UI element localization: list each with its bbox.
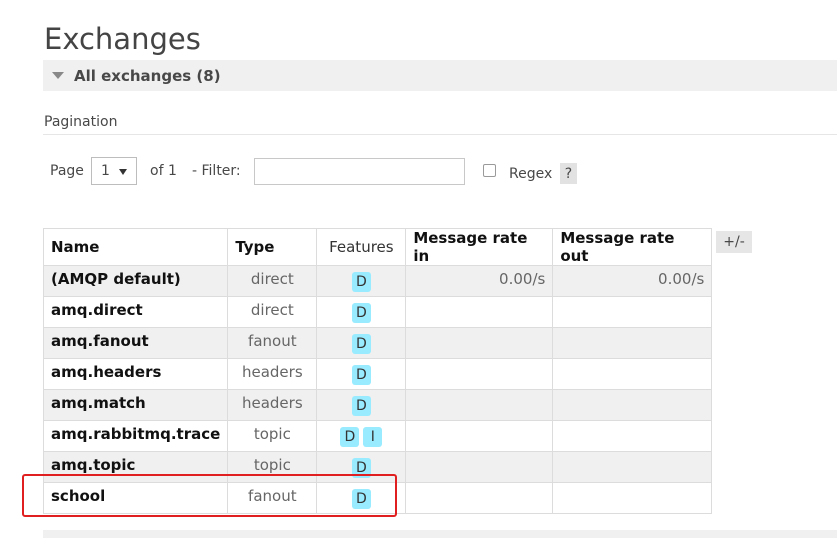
exchanges-table: Name Type Features Message rate in Messa… (42, 228, 713, 514)
collapse-triangle-icon (52, 72, 64, 79)
feature-badge: D (351, 396, 371, 416)
page-title: Exchanges (44, 22, 201, 56)
message-rate-in (405, 482, 554, 514)
exchange-features: D (316, 389, 407, 421)
message-rate-in (405, 451, 554, 483)
column-header-type[interactable]: Type (227, 228, 318, 266)
table-row: amq.direct direct D (42, 296, 713, 328)
page-label: Page (50, 163, 84, 179)
table-row: amq.fanout fanout D (42, 327, 713, 359)
feature-badge: D (351, 303, 371, 323)
table-row: amq.match headers D (42, 389, 713, 421)
exchange-features: D (316, 327, 407, 359)
exchange-features: DI (316, 420, 407, 452)
pagination-label: Pagination (44, 114, 118, 130)
section-header-label: All exchanges (8) (74, 66, 221, 85)
exchange-name-link[interactable]: amq.headers (42, 358, 229, 390)
exchange-name-link[interactable]: amq.fanout (42, 327, 229, 359)
feature-badge: I (363, 427, 383, 447)
message-rate-out (552, 296, 713, 328)
exchange-type: topic (227, 420, 318, 452)
page-select-value: 1 (101, 163, 110, 179)
regex-label: Regex (509, 166, 553, 182)
page-count-label: of 1 (150, 163, 177, 179)
feature-badge: D (351, 272, 371, 292)
exchange-type: direct (227, 265, 318, 297)
message-rate-out: 0.00/s (552, 265, 713, 297)
column-header-features: Features (316, 228, 407, 266)
exchange-type: fanout (227, 327, 318, 359)
column-header-rate-out: Message rate out (552, 228, 713, 266)
message-rate-out (552, 389, 713, 421)
exchange-type: headers (227, 358, 318, 390)
exchange-type: headers (227, 389, 318, 421)
all-exchanges-section-toggle[interactable]: All exchanges (8) (43, 60, 837, 91)
highlight-box (22, 474, 397, 517)
feature-badge: D (351, 334, 371, 354)
exchange-features: D (316, 296, 407, 328)
column-header-rate-in: Message rate in (405, 228, 554, 266)
exchange-name-link[interactable]: (AMQP default) (42, 265, 229, 297)
message-rate-in (405, 327, 554, 359)
exchange-features: D (316, 358, 407, 390)
page-select[interactable]: 1 (91, 157, 137, 185)
message-rate-in (405, 389, 554, 421)
message-rate-out (552, 327, 713, 359)
table-row: amq.headers headers D (42, 358, 713, 390)
toggle-columns-button[interactable]: +/- (716, 231, 752, 253)
table-row: amq.rabbitmq.trace topic D I (42, 420, 713, 452)
filter-label: - Filter: (192, 163, 241, 179)
message-rate-out (552, 482, 713, 514)
filter-input[interactable] (254, 158, 465, 185)
exchange-name-link[interactable]: amq.match (42, 389, 229, 421)
regex-checkbox[interactable] (483, 164, 496, 177)
feature-badge: D (340, 427, 360, 447)
help-button[interactable]: ? (560, 163, 577, 184)
message-rate-out (552, 420, 713, 452)
exchange-type: direct (227, 296, 318, 328)
message-rate-in (405, 296, 554, 328)
exchange-name-link[interactable]: amq.rabbitmq.trace (42, 420, 229, 452)
message-rate-in: 0.00/s (405, 265, 554, 297)
message-rate-out (552, 358, 713, 390)
pagination-divider (43, 134, 837, 135)
message-rate-in (405, 420, 554, 452)
feature-badge: D (351, 365, 371, 385)
table-row: (AMQP default) direct D 0.00/s 0.00/s (42, 265, 713, 297)
section-footer-bar (43, 530, 837, 538)
exchange-features: D (316, 265, 407, 297)
exchange-name-link[interactable]: amq.direct (42, 296, 229, 328)
table-header-row: Name Type Features Message rate in Messa… (42, 228, 713, 266)
chevron-down-icon (119, 169, 127, 175)
message-rate-in (405, 358, 554, 390)
message-rate-out (552, 451, 713, 483)
column-header-name[interactable]: Name (42, 228, 229, 266)
